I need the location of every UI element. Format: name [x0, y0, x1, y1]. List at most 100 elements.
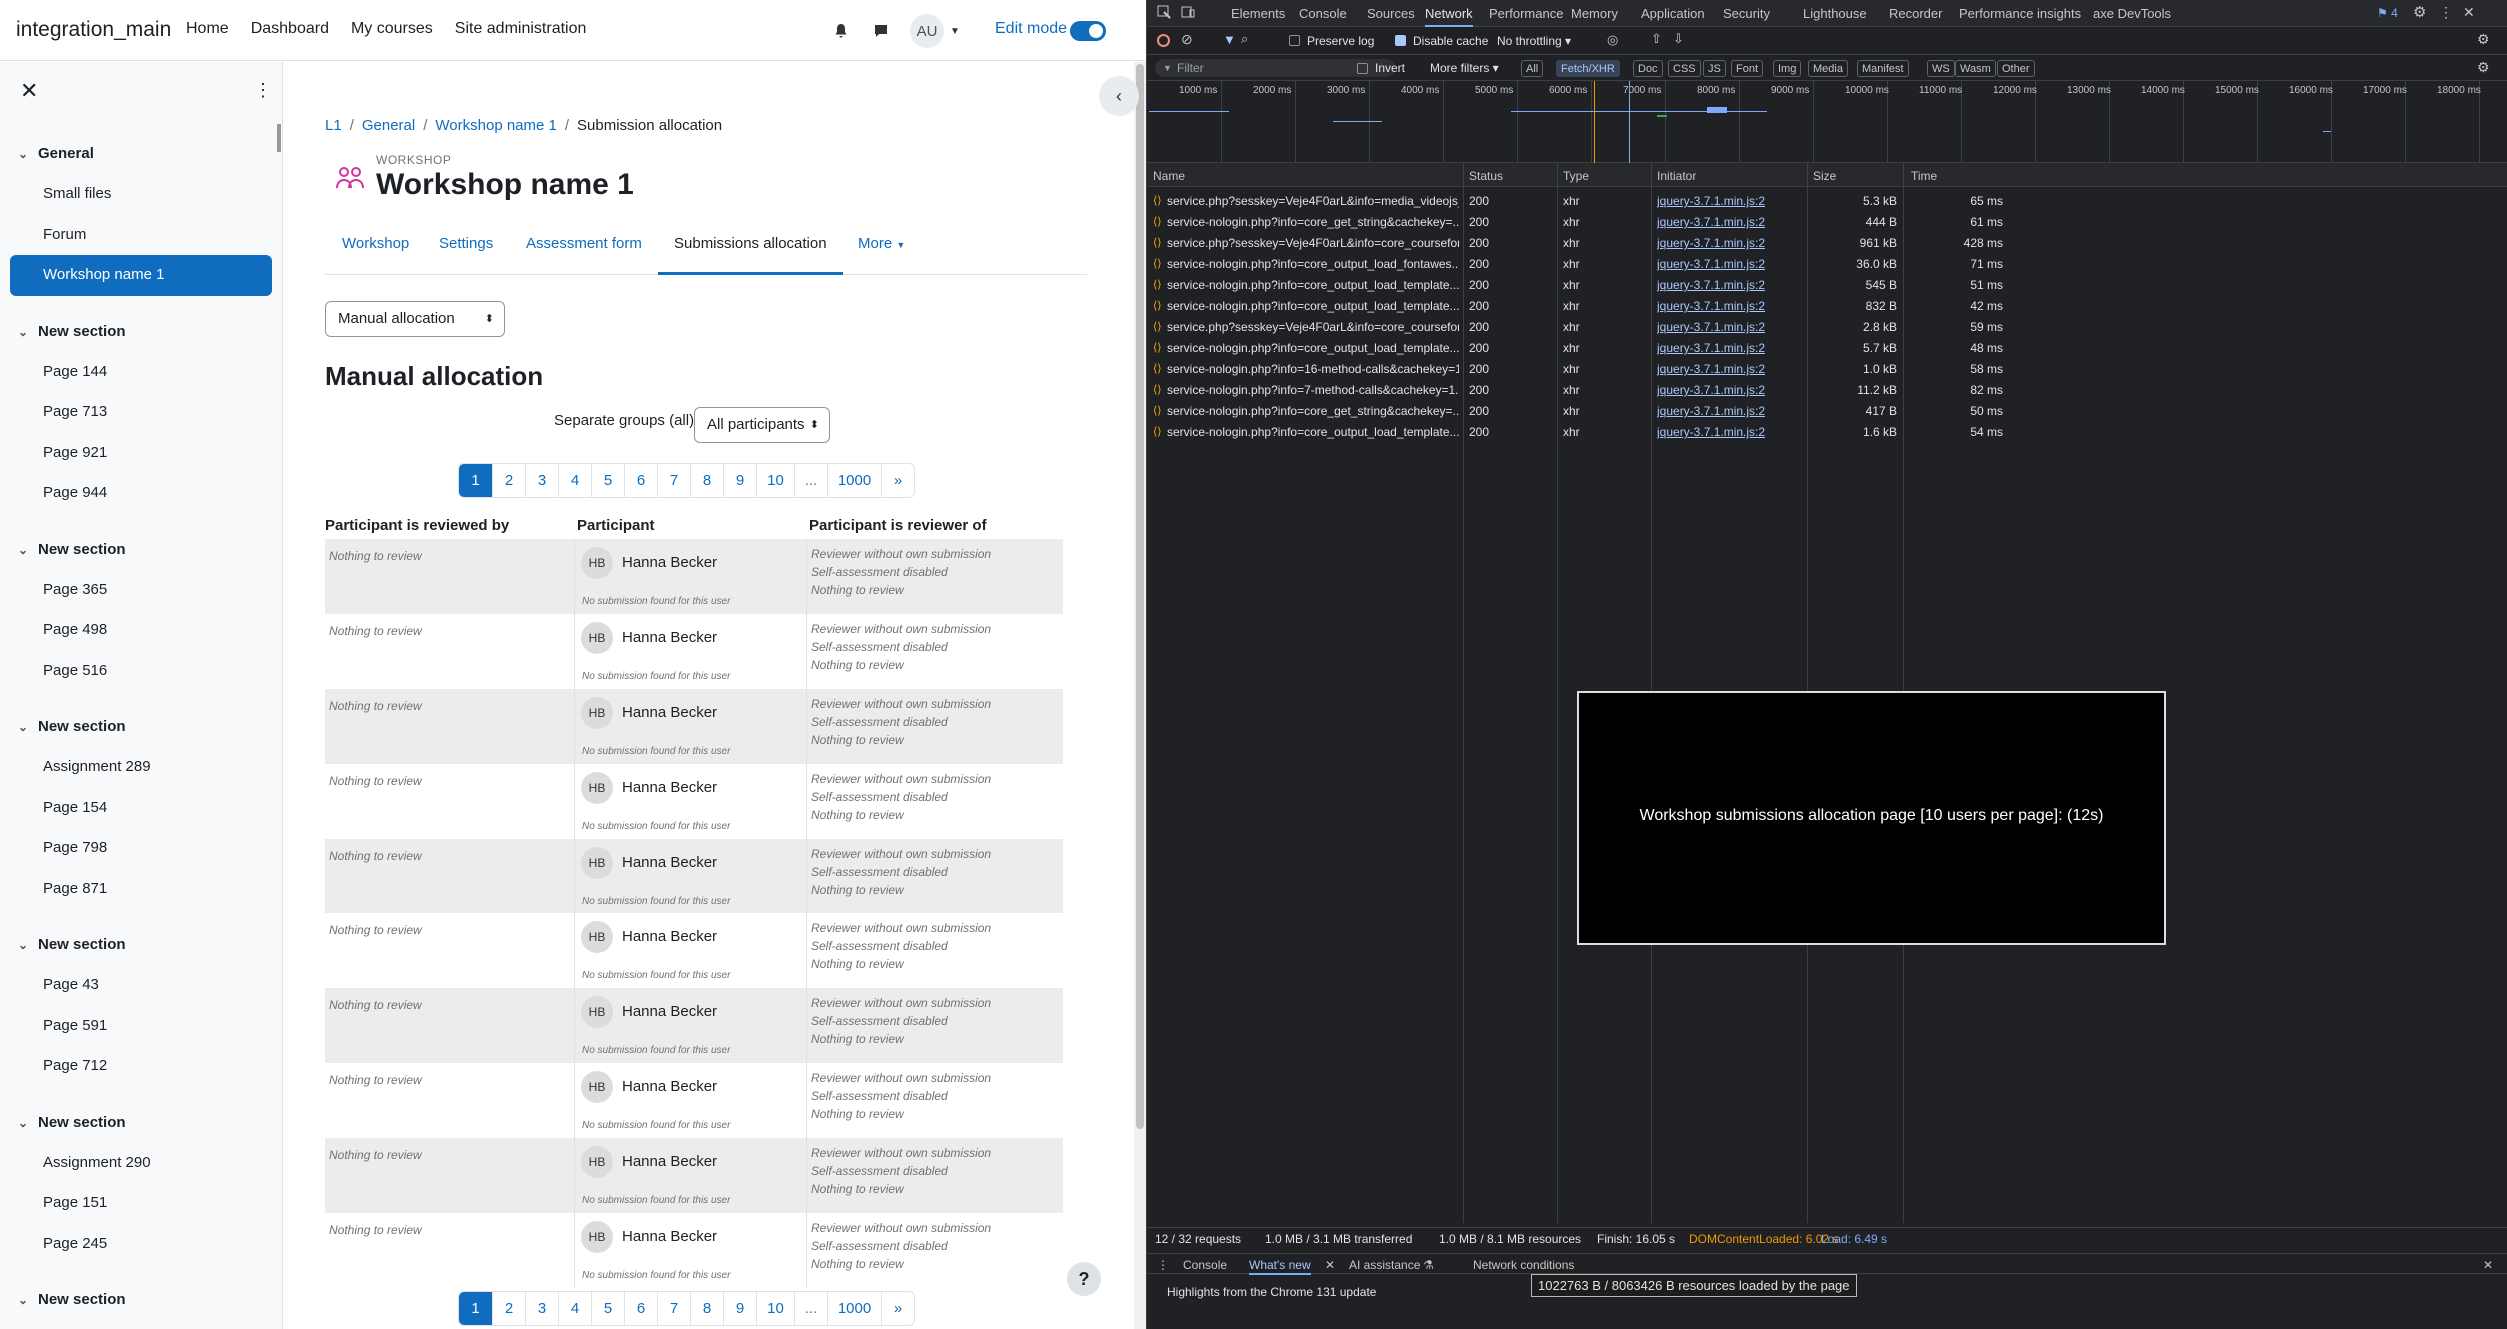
tab-workshop[interactable]: Workshop: [342, 226, 409, 275]
pagination-page[interactable]: 5: [591, 464, 624, 497]
course-section-title[interactable]: ⌄ New section: [10, 1103, 272, 1143]
page-scrollbar-thumb[interactable]: [1136, 64, 1144, 1129]
request-row[interactable]: ⟨⟩ service-nologin.php?info=7-method-call…: [1147, 379, 2507, 400]
participant-name[interactable]: Hanna Becker: [622, 1003, 717, 1020]
avatar[interactable]: HB: [581, 771, 613, 804]
request-row[interactable]: ⟨⟩ service-nologin.php?info=core_output_l…: [1147, 421, 2507, 442]
request-name[interactable]: service-nologin.php?info=7-method-calls&…: [1167, 383, 1459, 397]
filter-chip[interactable]: Media: [1808, 60, 1848, 77]
filter-chip[interactable]: Wasm: [1955, 60, 1996, 77]
breadcrumb-general[interactable]: General: [362, 117, 415, 134]
drawer-scrollbar[interactable]: [277, 124, 281, 152]
preserve-log-checkbox[interactable]: [1289, 35, 1300, 46]
filter-chip[interactable]: Doc: [1633, 60, 1663, 77]
help-button[interactable]: ?: [1067, 1262, 1101, 1296]
avatar[interactable]: HB: [581, 1221, 613, 1254]
request-name[interactable]: service-nologin.php?info=core_output_loa…: [1167, 299, 1459, 313]
request-row[interactable]: ⟨⟩ service-nologin.php?info=core_get_stri…: [1147, 211, 2507, 232]
issues-badge[interactable]: ⚑ 4: [2377, 6, 2398, 20]
pagination-page[interactable]: 1: [459, 1292, 492, 1325]
drawer-tab-close-icon[interactable]: ✕: [1325, 1258, 1335, 1272]
tab-more[interactable]: More ▼: [858, 226, 905, 275]
filter-chip[interactable]: Font: [1731, 60, 1764, 77]
devtools-tab[interactable]: Network: [1425, 6, 1473, 27]
request-row[interactable]: ⟨⟩ service-nologin.php?info=core_output_l…: [1147, 295, 2507, 316]
course-index-item[interactable]: Page 953: [10, 1320, 272, 1329]
course-index-item[interactable]: Assignment 289: [10, 747, 272, 788]
avatar[interactable]: HB: [581, 921, 613, 954]
request-initiator[interactable]: jquery-3.7.1.min.js:2: [1657, 299, 1765, 313]
pagination-page[interactable]: 10: [756, 1292, 794, 1325]
close-icon[interactable]: ✕: [20, 78, 38, 104]
pagination-page[interactable]: 7: [657, 464, 690, 497]
pagination-page[interactable]: 6: [624, 1292, 657, 1325]
course-index-item[interactable]: Assignment 290: [10, 1143, 272, 1184]
request-initiator[interactable]: jquery-3.7.1.min.js:2: [1657, 257, 1765, 271]
pagination-page[interactable]: 4: [558, 464, 591, 497]
request-initiator[interactable]: jquery-3.7.1.min.js:2: [1657, 194, 1765, 208]
course-index-item[interactable]: Forum: [10, 215, 272, 256]
drawer-tab-console[interactable]: Console: [1183, 1258, 1227, 1272]
pagination-page[interactable]: 4: [558, 1292, 591, 1325]
course-index-item[interactable]: Page 144: [10, 352, 272, 393]
page-scrollbar[interactable]: [1134, 62, 1146, 1329]
participant-name[interactable]: Hanna Becker: [622, 554, 717, 571]
course-index-item[interactable]: Page 516: [10, 651, 272, 692]
pagination-page[interactable]: 3: [525, 464, 558, 497]
pagination-page[interactable]: 5: [591, 1292, 624, 1325]
more-filters-dropdown[interactable]: More filters ▾: [1430, 61, 1499, 75]
drawer-tab-whats-new[interactable]: What's new: [1249, 1258, 1311, 1275]
chevron-down-icon[interactable]: ⌄: [18, 312, 28, 352]
column-size[interactable]: Size: [1813, 169, 1836, 183]
more-options-icon[interactable]: ⋮: [2439, 4, 2453, 21]
course-section-title[interactable]: ⌄ New section: [10, 1280, 272, 1320]
disable-cache-checkbox[interactable]: [1395, 35, 1406, 46]
request-name[interactable]: service-nologin.php?info=16-method-calls…: [1167, 362, 1459, 376]
devtools-tab[interactable]: Performance insights: [1959, 6, 2081, 21]
course-index-item[interactable]: Page 43: [10, 965, 272, 1006]
course-index-item[interactable]: Page 154: [10, 788, 272, 829]
request-initiator[interactable]: jquery-3.7.1.min.js:2: [1657, 383, 1765, 397]
column-initiator[interactable]: Initiator: [1657, 169, 1696, 183]
participant-name[interactable]: Hanna Becker: [622, 704, 717, 721]
clear-icon[interactable]: ⊘: [1181, 31, 1193, 48]
edit-mode-toggle[interactable]: [1070, 21, 1106, 41]
devtools-tab[interactable]: Security: [1723, 6, 1770, 21]
pagination-page[interactable]: 3: [525, 1292, 558, 1325]
devtools-tab[interactable]: Console: [1299, 6, 1347, 21]
user-menu-chevron-down-icon[interactable]: ▼: [950, 26, 960, 37]
request-row[interactable]: ⟨⟩ service.php?sesskey=Veje4F0arL&info=co…: [1147, 316, 2507, 337]
pagination-next[interactable]: »: [881, 464, 914, 497]
pagination-page[interactable]: 9: [723, 1292, 756, 1325]
tab-settings[interactable]: Settings: [439, 226, 493, 275]
participant-name[interactable]: Hanna Becker: [622, 629, 717, 646]
filter-chip[interactable]: WS: [1927, 60, 1955, 77]
request-initiator[interactable]: jquery-3.7.1.min.js:2: [1657, 320, 1765, 334]
pagination-page[interactable]: 2: [492, 1292, 525, 1325]
avatar[interactable]: HB: [581, 996, 613, 1029]
participant-name[interactable]: Hanna Becker: [622, 1153, 717, 1170]
course-index-item[interactable]: Page 245: [10, 1224, 272, 1265]
nav-my-courses[interactable]: My courses: [351, 20, 433, 38]
groups-select[interactable]: All participants ⬍: [694, 407, 830, 443]
pagination-page[interactable]: 6: [624, 464, 657, 497]
filter-chip[interactable]: Other: [1997, 60, 2035, 77]
course-index-item[interactable]: Page 871: [10, 869, 272, 910]
course-index-item[interactable]: Page 151: [10, 1183, 272, 1224]
request-name[interactable]: service.php?sesskey=Veje4F0arL&info=core…: [1167, 236, 1459, 250]
devtools-tab[interactable]: axe DevTools: [2093, 6, 2171, 21]
collapse-drawer-chevron-left-icon[interactable]: ‹: [1099, 76, 1139, 116]
participant-name[interactable]: Hanna Becker: [622, 928, 717, 945]
search-icon[interactable]: ⌕: [1241, 31, 1248, 47]
course-index-item[interactable]: Workshop name 1: [10, 255, 272, 296]
request-row[interactable]: ⟨⟩ service-nologin.php?info=core_output_l…: [1147, 253, 2507, 274]
course-section-title[interactable]: ⌄ New section: [10, 312, 272, 352]
avatar[interactable]: HB: [581, 621, 613, 654]
course-section-title[interactable]: ⌄ New section: [10, 707, 272, 747]
request-initiator[interactable]: jquery-3.7.1.min.js:2: [1657, 341, 1765, 355]
course-index-item[interactable]: Small files: [10, 174, 272, 215]
drawer-menu-icon[interactable]: ⋮: [1157, 1258, 1169, 1272]
course-index-item[interactable]: Page 365: [10, 570, 272, 611]
request-name[interactable]: service-nologin.php?info=core_output_loa…: [1167, 341, 1459, 355]
column-name[interactable]: Name: [1153, 169, 1185, 183]
